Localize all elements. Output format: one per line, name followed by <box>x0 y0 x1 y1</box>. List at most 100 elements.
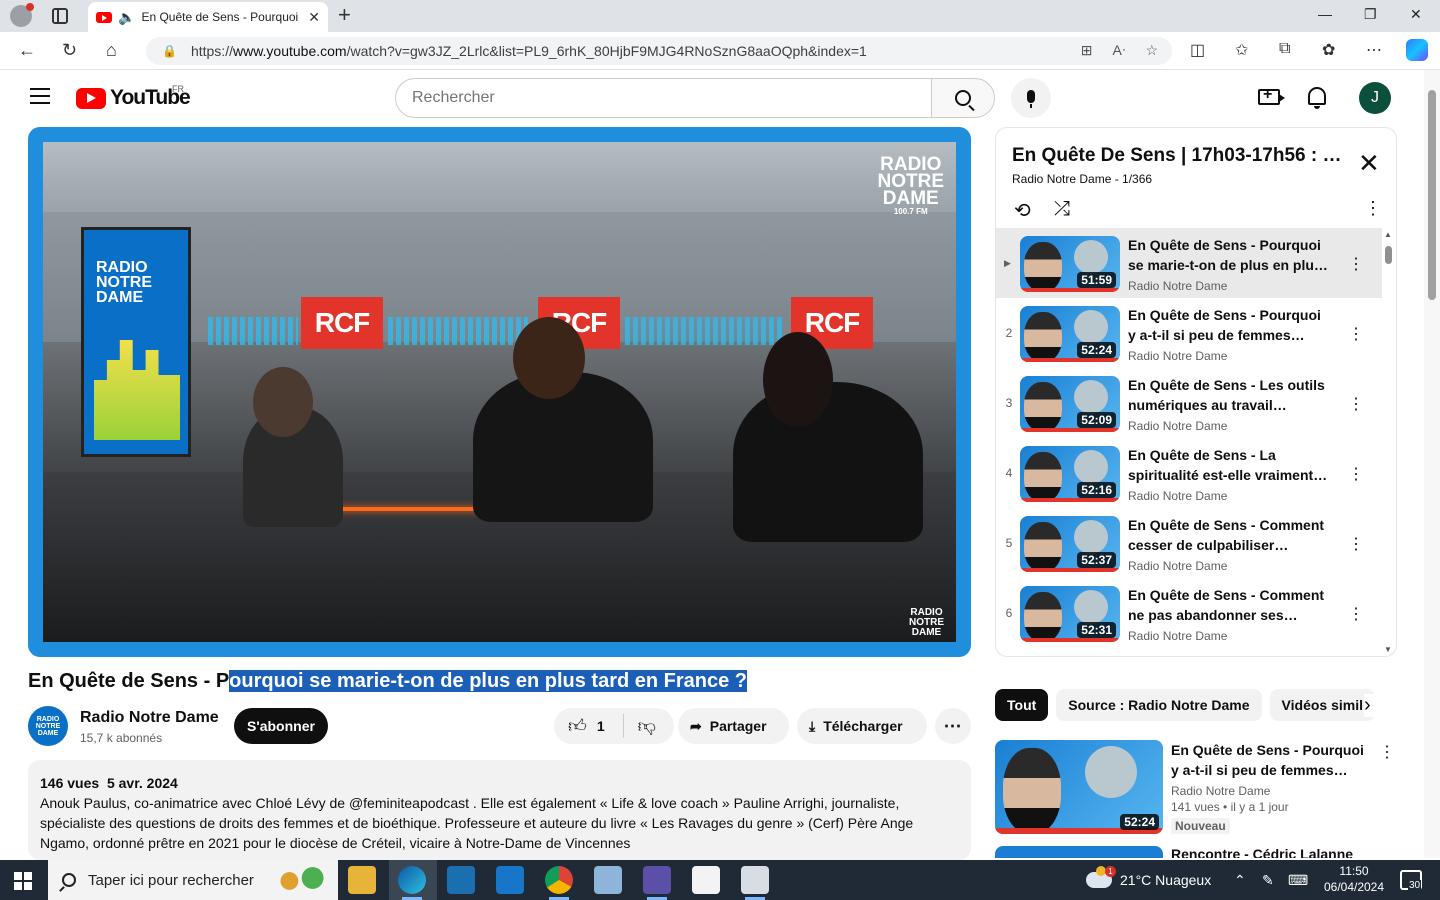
video-frame[interactable]: RADIO NOTRE DAME RCF RCF RCF RADIO NOTRE… <box>43 142 956 642</box>
video-description[interactable]: 146 vues 5 avr. 2024 Anouk Paulus, co-an… <box>28 760 971 860</box>
menu-icon[interactable] <box>30 88 50 104</box>
loop-icon[interactable]: ⟲ <box>1014 198 1031 223</box>
playlist-item-title[interactable]: En Quête de Sens - Les outils numériques… <box>1128 375 1328 415</box>
playlist-thumbnail[interactable] <box>1020 656 1120 657</box>
playlist-thumbnail[interactable]: 52:16 <box>1020 446 1120 502</box>
chrome-icon[interactable] <box>545 866 573 900</box>
chip-source[interactable]: Source : Radio Notre Dame <box>1056 689 1262 721</box>
extensions-icon[interactable]: ✿ <box>1322 40 1335 60</box>
scroll-down-icon[interactable]: ▼ <box>1384 645 1392 654</box>
search-field[interactable] <box>395 78 932 118</box>
restore-icon[interactable]: ❐ <box>1364 6 1377 23</box>
item-menu-icon[interactable]: ⋮ <box>1348 534 1364 554</box>
account-avatar[interactable]: J <box>1359 82 1391 114</box>
recommended-channel[interactable]: Radio Notre Dame <box>1171 784 1371 798</box>
close-playlist-icon[interactable]: ✕ <box>1358 150 1380 176</box>
keyboard-icon[interactable]: ⌨ <box>1288 860 1308 900</box>
app-icon[interactable] <box>643 866 671 900</box>
notifications-bell-icon[interactable] <box>1308 87 1326 109</box>
playlist-item-title[interactable]: En Quête de Sens - La spiritualité est-e… <box>1128 445 1328 485</box>
download-button[interactable]: ⤓ Télécharger <box>797 708 927 744</box>
share-button[interactable]: ➦ Partager <box>678 708 789 744</box>
channel-avatar[interactable]: RADIO NOTRE DAME <box>28 706 68 746</box>
edge-browser-icon[interactable] <box>398 866 426 900</box>
refresh-icon[interactable]: ↻ <box>62 40 77 61</box>
playlist-item[interactable]: 4 52:16 En Quête de Sens - La spirituali… <box>996 438 1382 508</box>
playlist-thumbnail[interactable]: 52:24 <box>1020 306 1120 362</box>
playlist-subtitle[interactable]: Radio Notre Dame - 1/366 <box>1012 172 1152 186</box>
recommended-video[interactable]: Rencontre - Cédric Lalanne <box>995 846 1397 858</box>
item-menu-icon[interactable]: ⋮ <box>1348 394 1364 414</box>
recommended-thumbnail[interactable] <box>995 846 1163 858</box>
playlist-item-title[interactable]: En Quête de Sens - Comment cesser de cul… <box>1128 515 1328 555</box>
chip-similar[interactable]: Vidéos simil <box>1269 689 1375 721</box>
playlist-thumbnail[interactable]: 52:31 <box>1020 586 1120 642</box>
pen-icon[interactable]: ✎ <box>1262 860 1274 900</box>
scroll-up-icon[interactable]: ▲ <box>1384 230 1392 239</box>
close-tab-icon[interactable]: ✕ <box>308 9 320 26</box>
playlist-title[interactable]: En Quête De Sens | 17h03-17h56 : M... <box>1012 145 1348 167</box>
document-icon[interactable] <box>741 866 769 900</box>
back-icon[interactable]: ← <box>18 40 36 61</box>
voice-search-button[interactable] <box>1011 78 1051 118</box>
read-aloud-icon[interactable]: Aᐧ <box>1113 42 1126 59</box>
recommended-thumbnail[interactable]: 52:24 <box>995 740 1163 834</box>
notes-icon[interactable] <box>594 866 622 894</box>
split-screen-icon[interactable]: ◫ <box>1190 40 1205 60</box>
copilot-icon[interactable] <box>1406 39 1428 61</box>
minimize-icon[interactable]: — <box>1318 6 1332 22</box>
mail-icon[interactable] <box>496 866 524 894</box>
taskbar-clock[interactable]: 11:50 06/04/2024 <box>1318 863 1390 895</box>
search-input[interactable] <box>412 89 931 107</box>
playlist-item[interactable]: 2 52:24 En Quête de Sens - Pourquoi y a-… <box>996 298 1382 368</box>
app-icon[interactable] <box>447 866 475 894</box>
playlist-item[interactable]: ▶ 51:59 En Quête de Sens - Pourquoi se m… <box>996 228 1382 298</box>
search-button[interactable] <box>931 78 995 118</box>
playlist-scroll-thumb[interactable] <box>1385 246 1392 264</box>
page-scroll-thumb[interactable] <box>1428 90 1436 300</box>
subscribe-button[interactable]: S'abonner <box>234 708 328 744</box>
like-button[interactable]: 👍︎ 1 <box>554 714 624 738</box>
home-icon[interactable]: ⌂ <box>106 40 117 61</box>
collections-icon[interactable]: ⧉ <box>1279 40 1290 58</box>
shuffle-icon[interactable]: ⤮ <box>1054 198 1070 221</box>
item-menu-icon[interactable]: ⋮ <box>1348 324 1364 344</box>
more-icon[interactable]: ⋯ <box>1366 40 1382 60</box>
item-menu-icon[interactable]: ⋮ <box>1348 604 1364 624</box>
weather-widget[interactable]: 21°C Nuageux <box>1086 860 1211 900</box>
page-scrollbar[interactable] <box>1424 70 1440 858</box>
chevron-right-icon[interactable]: › <box>1364 694 1384 717</box>
playlist-thumbnail[interactable]: 52:37 <box>1020 516 1120 572</box>
playlist-scrollbar[interactable]: ▲ ▼ <box>1382 228 1396 656</box>
volume-icon[interactable]: 🔈 <box>118 9 135 26</box>
profile-icon[interactable] <box>10 3 34 27</box>
playlist-item-title[interactable]: En Quête de Sens - Pourquoi se marie-t-o… <box>1128 235 1328 275</box>
url-field[interactable]: 🔒 https://www.youtube.com/watch?v=gw3JZ_… <box>146 37 1172 65</box>
dislike-button[interactable]: 👎︎ <box>624 715 670 737</box>
favorites-icon[interactable]: ✩ <box>1235 40 1248 60</box>
window-close-icon[interactable]: ✕ <box>1410 6 1422 23</box>
playlist-menu-icon[interactable]: ⋮ <box>1364 198 1382 219</box>
playlist-item[interactable]: 6 52:31 En Quête de Sens - Comment ne pa… <box>996 578 1382 648</box>
item-menu-icon[interactable]: ⋮ <box>1379 742 1395 762</box>
item-menu-icon[interactable]: ⋮ <box>1348 464 1364 484</box>
channel-name[interactable]: Radio Notre Dame <box>80 709 219 727</box>
item-menu-icon[interactable]: ⋮ <box>1348 254 1364 274</box>
new-tab-plus-icon[interactable]: + <box>338 4 351 26</box>
lock-icon[interactable]: 🔒 <box>162 44 177 58</box>
file-explorer-icon[interactable] <box>348 866 376 894</box>
playlist-item-title[interactable]: En Quête de Sens - Pourquoi y a-t-il si … <box>1128 305 1328 345</box>
windows-start-icon[interactable] <box>14 872 32 890</box>
store-icon[interactable] <box>692 866 720 894</box>
tab-actions-icon[interactable] <box>52 8 68 24</box>
playlist-thumbnail[interactable]: 51:59 <box>1020 236 1120 292</box>
playlist-item[interactable]: 5 52:37 En Quête de Sens - Comment cesse… <box>996 508 1382 578</box>
create-video-icon[interactable] <box>1258 86 1285 105</box>
video-player[interactable]: RADIO NOTRE DAME RCF RCF RCF RADIO NOTRE… <box>28 127 971 657</box>
favorite-star-icon[interactable]: ☆ <box>1145 42 1158 59</box>
playlist-item[interactable]: 3 52:09 En Quête de Sens - Les outils nu… <box>996 368 1382 438</box>
recommended-video[interactable]: 52:24 En Quête de Sens - Pourquoi y a-t-… <box>995 740 1397 840</box>
browser-tab-active[interactable]: 🔈 En Quête de Sens - Pourquoi se marie-t… <box>88 2 328 32</box>
taskbar-search[interactable]: Taper ici pour rechercher <box>48 860 338 900</box>
recommended-title[interactable]: Rencontre - Cédric Lalanne <box>1171 846 1353 858</box>
